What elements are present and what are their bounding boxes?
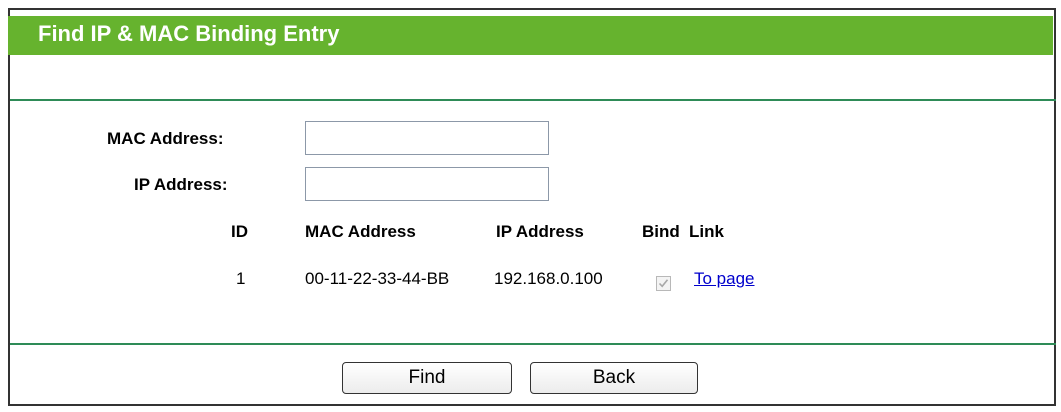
row-id: 1 [236, 269, 246, 288]
to-page-link[interactable]: To page [694, 269, 755, 289]
back-button[interactable]: Back [530, 362, 698, 394]
row-mac-address: 00-11-22-33-44-BB [305, 269, 450, 288]
checkmark-icon [658, 279, 669, 288]
mac-address-label: MAC Address: [107, 129, 224, 148]
page-frame [8, 8, 1056, 406]
page-title: Find IP & MAC Binding Entry [38, 21, 340, 46]
find-button[interactable]: Find [342, 362, 512, 394]
column-header-ip-address: IP Address [496, 222, 584, 241]
column-header-id: ID [231, 222, 248, 241]
column-header-link: Link [689, 222, 724, 241]
row-ip-address: 192.168.0.100 [494, 269, 603, 288]
title-bar: Find IP & MAC Binding Entry [8, 16, 1053, 55]
bottom-divider [10, 343, 1056, 345]
column-header-bind: Bind [642, 222, 680, 241]
ip-address-input[interactable] [305, 167, 549, 201]
ip-address-label: IP Address: [134, 175, 228, 194]
mac-address-input[interactable] [305, 121, 549, 155]
column-header-mac-address: MAC Address [305, 222, 416, 241]
bind-checkbox[interactable] [656, 276, 671, 291]
top-divider [10, 99, 1056, 101]
